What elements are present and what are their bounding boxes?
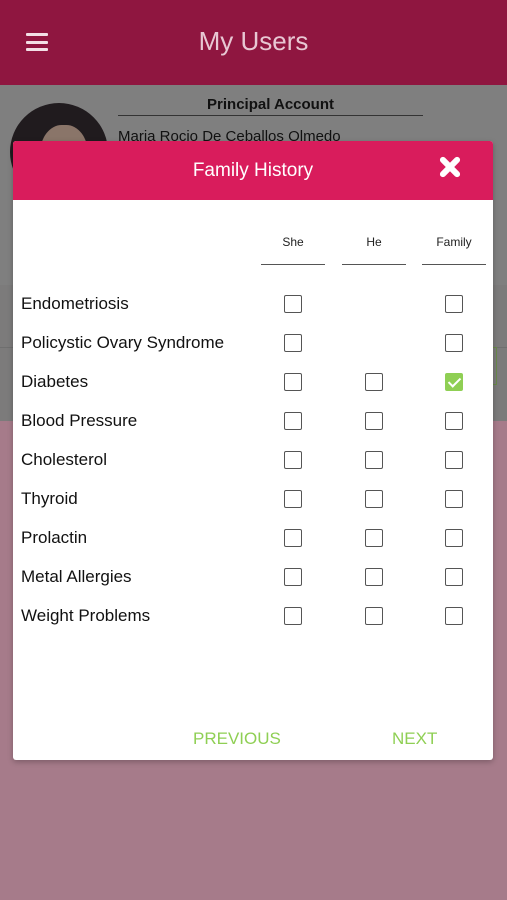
condition-label: Weight Problems: [21, 606, 151, 625]
checkbox-she[interactable]: [284, 412, 302, 430]
condition-label: Cholesterol: [21, 450, 107, 469]
column-underline: [422, 264, 486, 265]
next-button[interactable]: NEXT: [392, 729, 437, 749]
checkbox-she[interactable]: [284, 451, 302, 469]
principal-account-label: Principal Account: [207, 96, 334, 113]
checkbox-he[interactable]: [365, 412, 383, 430]
checkbox-he[interactable]: [365, 451, 383, 469]
condition-label: Policystic Ovary Syndrome: [21, 333, 225, 352]
checkbox-family[interactable]: [445, 607, 463, 625]
checkbox-he[interactable]: [365, 607, 383, 625]
condition-label: Blood Pressure: [21, 411, 138, 430]
family-history-modal: Family History She He Family Endometrios…: [13, 141, 493, 760]
condition-label: Metal Allergies: [21, 567, 132, 586]
checkbox-family[interactable]: [445, 490, 463, 508]
checkbox-she[interactable]: [284, 568, 302, 586]
checkbox-family[interactable]: [445, 568, 463, 586]
column-header-family: Family: [436, 235, 472, 249]
checkbox-family[interactable]: [445, 295, 463, 313]
divider: [118, 115, 423, 116]
checkbox-he[interactable]: [365, 529, 383, 547]
previous-button[interactable]: PREVIOUS: [193, 729, 281, 749]
checkbox-she[interactable]: [284, 529, 302, 547]
checkbox-family[interactable]: [445, 373, 463, 391]
app-header: My Users: [0, 0, 507, 85]
checkbox-she[interactable]: [284, 490, 302, 508]
checkbox-he[interactable]: [365, 373, 383, 391]
condition-label: Thyroid: [21, 489, 78, 508]
condition-label: Diabetes: [21, 372, 89, 391]
checkbox-she[interactable]: [284, 607, 302, 625]
checkbox-family[interactable]: [445, 412, 463, 430]
checkbox-he[interactable]: [365, 568, 383, 586]
condition-label: Endometriosis: [21, 294, 129, 313]
checkbox-she[interactable]: [284, 334, 302, 352]
checkbox-she[interactable]: [284, 373, 302, 391]
modal-header: Family History: [13, 141, 493, 200]
condition-label: Prolactin: [21, 528, 88, 547]
column-header-he: He: [366, 235, 382, 249]
column-underline: [261, 264, 325, 265]
checkbox-family[interactable]: [445, 451, 463, 469]
checkbox-she[interactable]: [284, 295, 302, 313]
checkbox-he[interactable]: [365, 490, 383, 508]
close-icon[interactable]: [438, 155, 462, 179]
page-title: My Users: [198, 26, 309, 56]
column-underline: [342, 264, 406, 265]
modal-title: Family History: [192, 160, 314, 181]
checkbox-family[interactable]: [445, 334, 463, 352]
column-header-she: She: [282, 235, 304, 249]
checkbox-family[interactable]: [445, 529, 463, 547]
